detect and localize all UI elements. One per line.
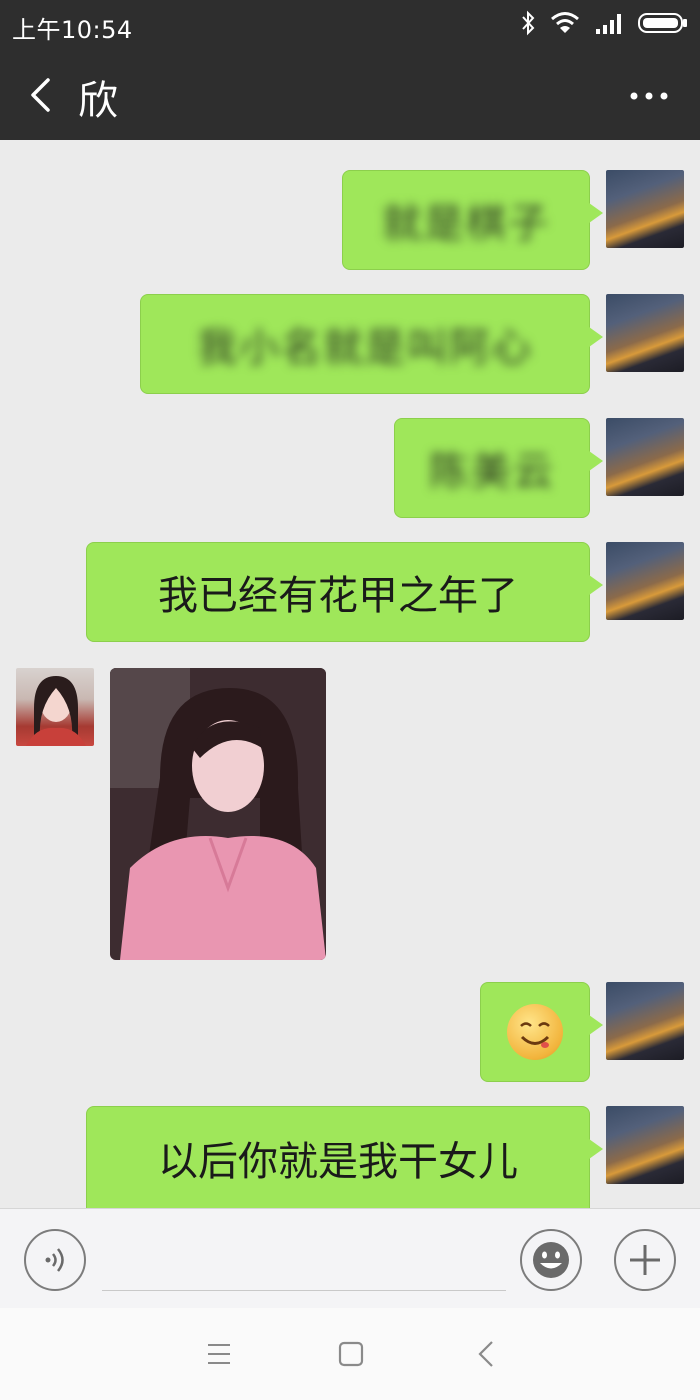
my-avatar[interactable] — [606, 982, 684, 1060]
chat-title: 欣 — [78, 78, 118, 124]
emoji-button[interactable] — [520, 1229, 582, 1291]
my-avatar[interactable] — [606, 542, 684, 620]
my-avatar[interactable] — [606, 294, 684, 372]
signal-icon — [594, 11, 624, 39]
voice-icon — [45, 1248, 64, 1272]
contact-avatar[interactable] — [16, 668, 94, 746]
input-bar — [0, 1208, 700, 1308]
bluetooth-icon — [520, 10, 536, 40]
back-button[interactable] — [18, 72, 62, 118]
status-bar: 上午10:54 — [0, 0, 700, 50]
smiling-face-emoji-icon — [507, 1004, 563, 1060]
my-avatar[interactable] — [606, 170, 684, 248]
more-options-button[interactable] — [624, 76, 674, 116]
chevron-left-icon — [31, 78, 50, 112]
message-text: 我已经有花甲之年了 — [158, 573, 518, 619]
message-bubble[interactable]: 我已经有花甲之年了 — [86, 542, 603, 642]
message-bubble[interactable]: 以后你就是我干女儿 — [86, 1106, 603, 1208]
emoji-message-bubble[interactable] — [480, 982, 603, 1082]
home-icon — [338, 1341, 364, 1367]
emoji-icon — [533, 1242, 569, 1278]
system-nav-bar — [0, 1308, 700, 1400]
plus-icon — [630, 1245, 660, 1275]
more-dots-icon — [630, 92, 668, 100]
system-back-button[interactable] — [464, 1334, 508, 1374]
my-avatar[interactable] — [606, 418, 684, 496]
message-text: 陈美云 — [429, 449, 555, 495]
my-avatar[interactable] — [606, 1106, 684, 1184]
image-message[interactable] — [110, 668, 326, 960]
message-bubble[interactable]: 陈美云 — [394, 418, 603, 518]
voice-button[interactable] — [24, 1229, 86, 1291]
photo-icon — [110, 668, 326, 960]
back-icon — [478, 1341, 493, 1367]
message-text: 我小名就是叫阿心 — [197, 325, 533, 371]
battery-icon — [638, 12, 688, 38]
plus-button[interactable] — [614, 1229, 676, 1291]
message-bubble[interactable]: 我小名就是叫阿心 — [140, 294, 603, 394]
chat-header: 欣 — [0, 50, 700, 140]
chat-message-list[interactable]: 就是棋子 我小名就是叫阿心 陈美云 我已经有花甲之年了 以后你就是我干女儿 — [0, 140, 700, 1208]
status-time: 上午10:54 — [12, 16, 133, 44]
status-icons — [520, 10, 688, 40]
menu-icon — [208, 1344, 230, 1364]
message-text: 以后你就是我干女儿 — [158, 1139, 518, 1185]
wifi-icon — [550, 11, 580, 39]
menu-button[interactable] — [197, 1334, 241, 1374]
message-input[interactable] — [102, 1231, 506, 1291]
message-text: 就是棋子 — [382, 201, 550, 247]
message-bubble[interactable]: 就是棋子 — [342, 170, 603, 270]
home-button[interactable] — [329, 1334, 373, 1374]
